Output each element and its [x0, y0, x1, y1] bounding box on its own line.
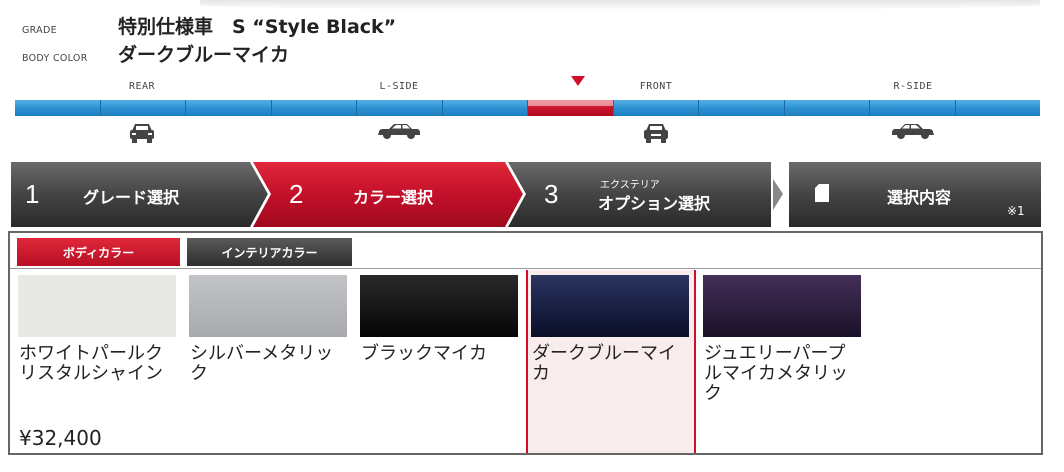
- view-label-r-side[interactable]: R-SIDE: [893, 81, 932, 92]
- color-option-black-mica[interactable]: ブラックマイカ: [355, 270, 520, 453]
- body-color-row: BODY COLOR ダークブルーマイカ: [22, 40, 289, 67]
- color-option-white-pearl[interactable]: ホワイトパールクリスタルシャイン ¥32,400: [13, 270, 178, 453]
- view-label-rear[interactable]: REAR: [129, 81, 155, 92]
- step-2-label: カラー選択: [353, 188, 434, 207]
- angle-segment[interactable]: [699, 100, 785, 116]
- view-pointer-icon: [571, 76, 585, 86]
- color-name: ブラックマイカ: [361, 343, 487, 364]
- car-front-icon[interactable]: [643, 122, 669, 144]
- step-1-grade[interactable]: 1 グレード選択: [11, 162, 251, 227]
- color-swatch[interactable]: [703, 275, 861, 337]
- view-label-front[interactable]: FRONT: [640, 81, 673, 92]
- color-name: ダークブルーマイカ: [532, 343, 676, 384]
- color-swatch[interactable]: [360, 275, 518, 337]
- color-swatch[interactable]: [18, 275, 176, 337]
- angle-segment[interactable]: [100, 100, 186, 116]
- color-name: シルバーメタリック: [190, 343, 334, 384]
- angle-slider[interactable]: [15, 100, 1040, 116]
- angle-segment[interactable]: [955, 100, 1040, 116]
- step-3-number: 3: [544, 179, 559, 209]
- step-summary[interactable]: 選択内容 ※1: [789, 162, 1041, 227]
- grade-row: GRADE 特別仕様車 S “Style Black”: [22, 12, 396, 39]
- grade-value: 特別仕様車 S “Style Black”: [118, 16, 397, 38]
- document-icon: [815, 184, 829, 202]
- color-swatch[interactable]: [189, 275, 347, 337]
- color-price: ¥32,400: [19, 426, 102, 450]
- header-shadow: [200, 0, 1040, 10]
- step-navigation: 1 グレード選択 2 カラー選択 3 エクステリア オプション選択 選択内容 ※…: [11, 162, 1041, 227]
- color-name: ジュエリーパープルマイカメタリック: [704, 343, 848, 404]
- step-1-label: グレード選択: [83, 188, 180, 207]
- angle-segment[interactable]: [271, 100, 357, 116]
- step-summary-label: 選択内容: [887, 188, 952, 207]
- color-option-silver[interactable]: シルバーメタリック: [184, 270, 349, 453]
- step-2-number: 2: [289, 179, 304, 209]
- tab-interior-color[interactable]: インテリアカラー: [187, 238, 352, 266]
- color-panel: ボディカラー インテリアカラー ホワイトパールクリスタルシャイン ¥32,400…: [8, 231, 1043, 455]
- car-rear-icon[interactable]: [129, 122, 155, 144]
- angle-segment[interactable]: [613, 100, 699, 116]
- body-color-label: BODY COLOR: [22, 53, 88, 64]
- angle-segment[interactable]: [870, 100, 956, 116]
- angle-segment[interactable]: [15, 100, 101, 116]
- car-side-icon[interactable]: [377, 122, 421, 140]
- body-color-value: ダークブルーマイカ: [118, 44, 290, 66]
- angle-segment[interactable]: [784, 100, 870, 116]
- step-3-options[interactable]: 3 エクステリア オプション選択: [524, 162, 771, 227]
- color-option-jewelry-purple[interactable]: ジュエリーパープルマイカメタリック: [698, 270, 863, 453]
- car-side-icon[interactable]: [891, 122, 935, 140]
- color-name: ホワイトパールクリスタルシャイン: [19, 343, 163, 384]
- step-1-number: 1: [25, 179, 40, 209]
- angle-segment[interactable]: [357, 100, 443, 116]
- color-option-dark-blue-mica[interactable]: ダークブルーマイカ: [526, 270, 696, 453]
- angle-segment[interactable]: [442, 100, 528, 116]
- color-swatch[interactable]: [531, 275, 689, 337]
- tab-divider: [10, 268, 1041, 269]
- view-selector: REAR L-SIDE FRONT R-SIDE: [15, 76, 1040, 148]
- step-summary-note: ※1: [1007, 204, 1025, 218]
- step-3-sublabel: エクステリア: [600, 180, 660, 191]
- angle-segment-active[interactable]: [528, 100, 614, 116]
- view-label-l-side[interactable]: L-SIDE: [379, 81, 418, 92]
- step-2-color[interactable]: 2 カラー選択: [269, 162, 506, 227]
- grade-label: GRADE: [22, 25, 57, 36]
- angle-segment[interactable]: [186, 100, 272, 116]
- step-3-label: オプション選択: [598, 194, 711, 213]
- tab-body-color[interactable]: ボディカラー: [17, 238, 180, 266]
